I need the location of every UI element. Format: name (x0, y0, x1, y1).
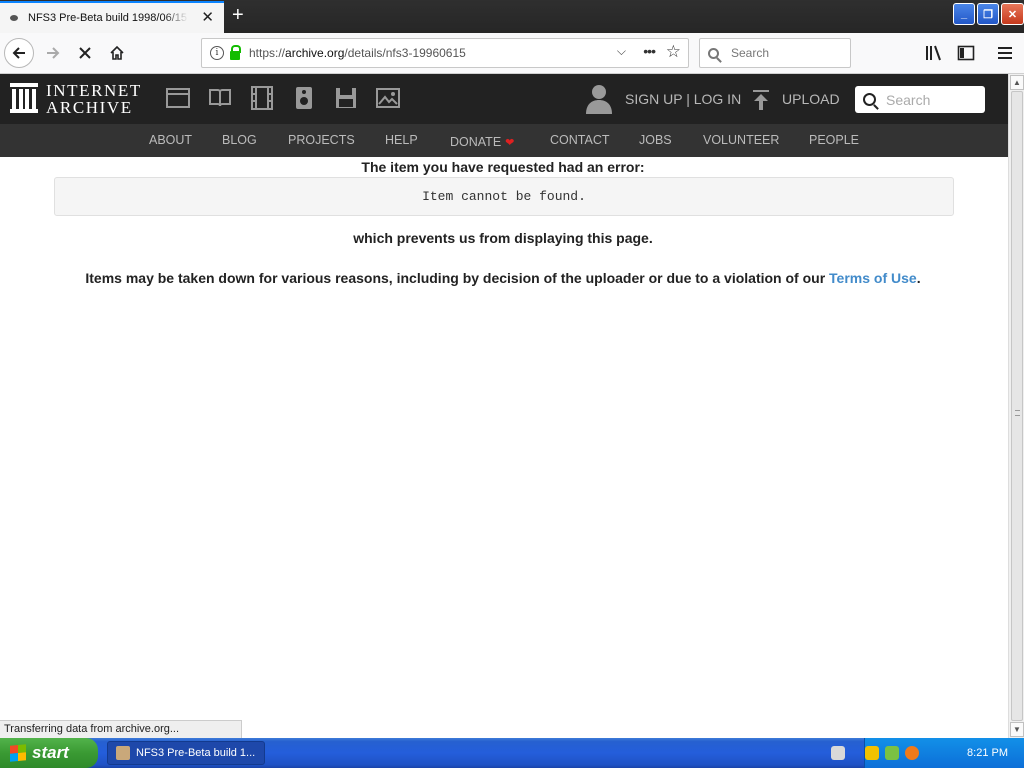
error-reason-end: . (916, 270, 921, 286)
stop-button[interactable] (70, 38, 100, 68)
terms-of-use-link[interactable]: Terms of Use (829, 270, 917, 286)
error-heading: The item you have requested had an error… (361, 159, 645, 175)
ia-secondary-nav: ABOUT BLOG PROJECTS HELP DONATE ❤ CONTACT… (0, 124, 1008, 157)
page-actions-icon[interactable]: ••• (643, 43, 656, 59)
taskbar-item-label: NFS3 Pre-Beta build 1... (136, 747, 256, 759)
taskbar-window-item[interactable]: NFS3 Pre-Beta build 1... (107, 741, 265, 765)
library-icon[interactable] (925, 42, 943, 64)
system-clock[interactable]: 8:21 PM (967, 747, 1008, 759)
vertical-scrollbar[interactable]: ▲ ▼ (1008, 74, 1024, 738)
site-info-icon[interactable]: i (210, 46, 224, 60)
nav-about[interactable]: ABOUT (149, 133, 192, 147)
nav-projects[interactable]: PROJECTS (288, 133, 355, 147)
home-icon (110, 45, 124, 60)
page-content: The item you have requested had an error… (0, 157, 1008, 738)
minimize-button[interactable]: _ (953, 3, 975, 25)
menu-hamburger-icon[interactable] (997, 42, 1013, 64)
video-icon[interactable] (250, 86, 274, 110)
nav-help[interactable]: HELP (385, 133, 418, 147)
search-tray-icon[interactable] (905, 746, 919, 760)
keyboard-icon[interactable] (831, 746, 845, 760)
windows-taskbar: start NFS3 Pre-Beta build 1... 8:21 PM (0, 738, 1024, 768)
sidebar-icon[interactable] (957, 42, 975, 64)
ia-search-input[interactable]: Search (855, 86, 985, 113)
nav-people[interactable]: PEOPLE (809, 133, 859, 147)
error-reason-text: Items may be taken down for various reas… (85, 270, 826, 286)
ia-logo[interactable]: INTERNET ARCHIVE (10, 82, 142, 116)
back-arrow-icon (12, 47, 25, 59)
new-tab-button[interactable]: + (232, 5, 244, 25)
ia-header: INTERNET ARCHIVE SIGN UP | LOG IN UPLOAD… (0, 74, 1008, 124)
web-icon[interactable] (166, 86, 190, 110)
navigation-toolbar: i https://archive.org/details/nfs3-19960… (0, 33, 1024, 74)
start-button[interactable]: start (0, 738, 98, 768)
ia-search-placeholder: Search (886, 91, 931, 108)
images-icon[interactable] (376, 86, 400, 110)
error-prevents-text: which prevents us from displaying this p… (353, 230, 653, 246)
windows-flag-icon (10, 744, 26, 762)
software-icon[interactable] (334, 86, 358, 110)
tab-strip: NFS3 Pre-Beta build 1998/06/15 : ✕ + _ ❐… (0, 0, 1024, 33)
window-controls: _ ❐ ✕ (951, 3, 1024, 29)
heart-icon: ❤ (505, 137, 515, 149)
home-button[interactable] (102, 38, 132, 68)
audio-icon[interactable] (292, 86, 316, 110)
error-message-box: Item cannot be found. (54, 177, 954, 216)
system-tray: 8:21 PM (831, 738, 1024, 768)
scroll-down-arrow-icon[interactable]: ▼ (1010, 722, 1024, 737)
nav-contact[interactable]: CONTACT (550, 133, 610, 147)
restore-button[interactable]: ❐ (977, 3, 999, 25)
ia-logo-line1: INTERNET (46, 81, 142, 100)
error-message: Item cannot be found. (422, 189, 586, 204)
window-close-button[interactable]: ✕ (1001, 3, 1024, 25)
scroll-up-arrow-icon[interactable]: ▲ (1010, 75, 1024, 90)
start-label: start (32, 743, 69, 762)
signup-login-link[interactable]: SIGN UP | LOG IN (625, 91, 741, 107)
tab-close-icon[interactable]: ✕ (201, 10, 214, 25)
url-text[interactable]: https://archive.org/details/nfs3-1996061… (249, 46, 466, 60)
ia-logo-line2: ARCHIVE (46, 98, 133, 117)
url-scheme: https:// (249, 46, 286, 60)
user-avatar-icon[interactable] (586, 84, 612, 114)
secure-lock-icon[interactable] (230, 44, 241, 60)
network-icon[interactable] (885, 746, 899, 760)
security-shield-icon[interactable] (865, 746, 879, 760)
browser-search-placeholder: Search (731, 46, 770, 60)
tab-favicon-icon (10, 15, 18, 21)
nav-jobs[interactable]: JOBS (639, 133, 672, 147)
upload-icon[interactable] (752, 89, 770, 111)
ia-logo-text: INTERNET ARCHIVE (46, 82, 142, 116)
browser-search-input[interactable]: Search (699, 38, 851, 68)
scrollbar-thumb[interactable] (1011, 91, 1023, 721)
nav-donate[interactable]: DONATE ❤ (450, 133, 514, 151)
texts-icon[interactable] (208, 86, 232, 110)
stop-x-icon (79, 47, 91, 59)
search-icon (708, 47, 719, 59)
address-bar[interactable]: i https://archive.org/details/nfs3-19960… (201, 38, 689, 68)
ia-search-icon (863, 93, 876, 106)
nav-blog[interactable]: BLOG (222, 133, 257, 147)
bookmark-star-icon[interactable]: ☆ (666, 42, 681, 62)
status-bar: Transferring data from archive.org... (0, 720, 242, 738)
url-dropdown-icon[interactable]: ⌵ (617, 44, 626, 59)
forward-button[interactable] (38, 38, 68, 68)
archive-building-icon (10, 83, 38, 115)
browser-tab[interactable]: NFS3 Pre-Beta build 1998/06/15 : ✕ (0, 1, 224, 33)
url-host: archive.org (285, 46, 345, 60)
app-icon (116, 746, 130, 760)
forward-arrow-icon (47, 47, 60, 59)
nav-donate-label[interactable]: DONATE (450, 135, 501, 149)
url-path: /details/nfs3-19960615 (344, 46, 466, 60)
tab-title: NFS3 Pre-Beta build 1998/06/15 : (28, 12, 188, 24)
nav-volunteer[interactable]: VOLUNTEER (703, 133, 779, 147)
upload-link[interactable]: UPLOAD (782, 91, 840, 107)
back-button[interactable] (4, 38, 34, 68)
error-reason: Items may be taken down for various reas… (0, 270, 1006, 286)
